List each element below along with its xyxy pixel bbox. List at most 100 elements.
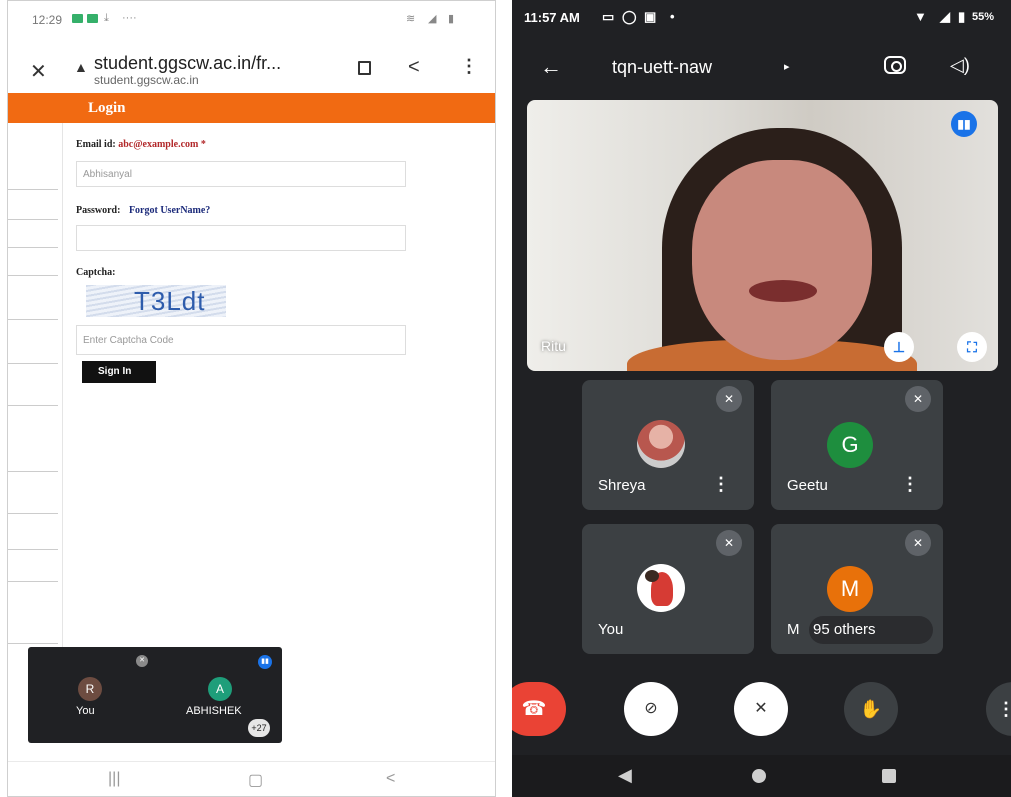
pin-icon[interactable]: ⊥: [884, 332, 914, 362]
fullscreen-icon[interactable]: ⛶: [957, 332, 987, 362]
dot-icon: •: [670, 9, 675, 24]
notification-icon: [87, 14, 98, 23]
right-phone-meet: 11:57 AM ▭ ◯ ▣ • ▼ ◢ ▮ 55% ← tqn-uett-na…: [512, 0, 1011, 797]
participant-tile[interactable]: ✕ G Geetu ⋮: [771, 380, 943, 510]
avatar: R: [78, 677, 102, 701]
battery-percent: 55%: [972, 11, 995, 23]
email-example: abc@example.com: [118, 139, 199, 150]
participant-tile[interactable]: ✕ M M 95 others: [771, 524, 943, 654]
back-icon[interactable]: <: [386, 770, 395, 788]
participant-tile[interactable]: ✕ You: [582, 524, 754, 654]
login-header-bar: Login: [8, 93, 495, 123]
speaker-video: [749, 280, 817, 302]
menu-icon[interactable]: ⋮: [460, 56, 478, 77]
left-status-time: 12:29: [32, 13, 63, 27]
browser-url-bar: ✕ ▲ student.ggscw.ac.in/fr... student.gg…: [8, 39, 495, 93]
wifi-icon: ▼: [914, 9, 927, 24]
avatar: M: [827, 566, 873, 612]
signal-icon: ◢: [428, 13, 437, 25]
speaking-icon: ▮▮: [258, 655, 272, 669]
download-icon: ⤓: [104, 12, 109, 24]
meet-top-bar: ← tqn-uett-naw ▸ ◁): [512, 40, 1011, 92]
sidebar-divider: [8, 549, 58, 550]
mic-muted-icon: ✕: [136, 655, 148, 667]
back-arrow-icon[interactable]: ←: [540, 54, 562, 80]
camera-off-button[interactable]: ⊘: [624, 682, 678, 736]
more-options-button[interactable]: ⋮: [986, 682, 1011, 736]
screenshot-root: 12:29 ⤓ ···· ≋ ◢ ▮ ✕ ▲ student.ggscw.ac.…: [0, 0, 1011, 797]
sidebar-divider: [8, 471, 58, 472]
url-host: student.ggscw.ac.in: [94, 73, 199, 87]
recents-icon[interactable]: |||: [108, 770, 120, 788]
mic-off-icon: ✕: [716, 530, 742, 556]
mic-off-button[interactable]: ✕: [734, 682, 788, 736]
meet-pip-window[interactable]: ✕ ▮▮ R You A ABHISHEK +27: [28, 647, 282, 743]
right-nav-bar: ◀: [512, 755, 1011, 797]
url-text[interactable]: student.ggscw.ac.in/fr...: [94, 53, 281, 74]
avatar: [637, 564, 685, 612]
participant-tile[interactable]: ✕ Shreya ⋮: [582, 380, 754, 510]
sidebar-divider: [8, 189, 58, 190]
sidebar-divider: [8, 247, 58, 248]
main-speaker-tile[interactable]: ▮▮ Ritu ⊥ ⛶: [527, 100, 998, 371]
mic-off-icon: ✕: [716, 386, 742, 412]
battery-icon: ▮: [448, 13, 455, 25]
speaker-icon[interactable]: ◁): [950, 55, 970, 76]
avatar: [637, 420, 685, 468]
participant-name: Geetu: [787, 477, 828, 494]
sidebar-divider: [8, 363, 58, 364]
sign-in-button[interactable]: Sign In: [82, 361, 156, 383]
cast-icon: ▭: [602, 9, 615, 24]
pip-other-label: ABHISHEK: [186, 705, 242, 717]
back-triangle-icon[interactable]: ◀: [618, 765, 632, 786]
password-input[interactable]: [76, 225, 406, 251]
notification-icon: [72, 14, 83, 23]
captcha-input[interactable]: Enter Captcha Code: [76, 325, 406, 355]
app-icon: ▣: [644, 9, 657, 24]
others-count-chip[interactable]: 95 others: [809, 616, 933, 644]
raise-hand-button[interactable]: ✋: [844, 682, 898, 736]
home-circle-icon[interactable]: [752, 769, 766, 783]
mic-off-icon: ✕: [905, 530, 931, 556]
participant-name: Shreya: [598, 477, 646, 494]
participant-name: M: [787, 621, 800, 638]
email-label-row: Email id: abc@example.com *: [76, 139, 206, 150]
password-label-row: Password: Forgot UserName?: [76, 205, 210, 216]
mic-off-icon: ✕: [905, 386, 931, 412]
more-options-icon[interactable]: ⋮: [712, 474, 730, 495]
battery-icon: ▮: [958, 9, 966, 24]
forgot-username-link[interactable]: Forgot UserName?: [129, 205, 210, 216]
sidebar-divider: [8, 513, 58, 514]
login-title: Login: [88, 100, 126, 116]
sidebar-divider: [8, 405, 58, 406]
not-secure-icon[interactable]: ▲: [74, 59, 88, 75]
share-icon[interactable]: <: [408, 56, 420, 79]
avatar: A: [208, 677, 232, 701]
required-mark: *: [200, 139, 206, 150]
participant-count-badge: +27: [248, 719, 270, 737]
more-notifications: ····: [122, 12, 137, 24]
sidebar-divider: [8, 643, 58, 644]
hang-up-button[interactable]: ☎: [512, 682, 566, 736]
speaker-video: [692, 160, 872, 360]
home-icon[interactable]: ▢: [248, 770, 263, 790]
switch-camera-icon[interactable]: [884, 56, 906, 74]
sidebar-divider: [8, 319, 58, 320]
close-tab-icon[interactable]: ✕: [30, 59, 47, 84]
email-input[interactable]: Abhisanyal: [76, 161, 406, 187]
sidebar-divider: [8, 219, 58, 220]
speaking-indicator-icon: ▮▮: [951, 111, 977, 137]
recents-square-icon[interactable]: [882, 769, 896, 783]
wifi-icon: ≋: [406, 13, 416, 25]
chevron-right-icon[interactable]: ▸: [784, 60, 790, 73]
password-label: Password:: [76, 205, 121, 216]
signal-icon: ◢: [940, 9, 950, 24]
meeting-code[interactable]: tqn-uett-naw: [612, 57, 712, 78]
more-options-icon[interactable]: ⋮: [901, 474, 919, 495]
bookmark-icon[interactable]: [358, 61, 371, 75]
right-status-bar: 11:57 AM ▭ ◯ ▣ • ▼ ◢ ▮ 55%: [512, 0, 1011, 36]
email-label: Email id:: [76, 139, 116, 150]
left-nav-bar: ||| ▢ <: [8, 761, 495, 796]
sidebar-divider: [8, 581, 58, 582]
avatar: G: [827, 422, 873, 468]
